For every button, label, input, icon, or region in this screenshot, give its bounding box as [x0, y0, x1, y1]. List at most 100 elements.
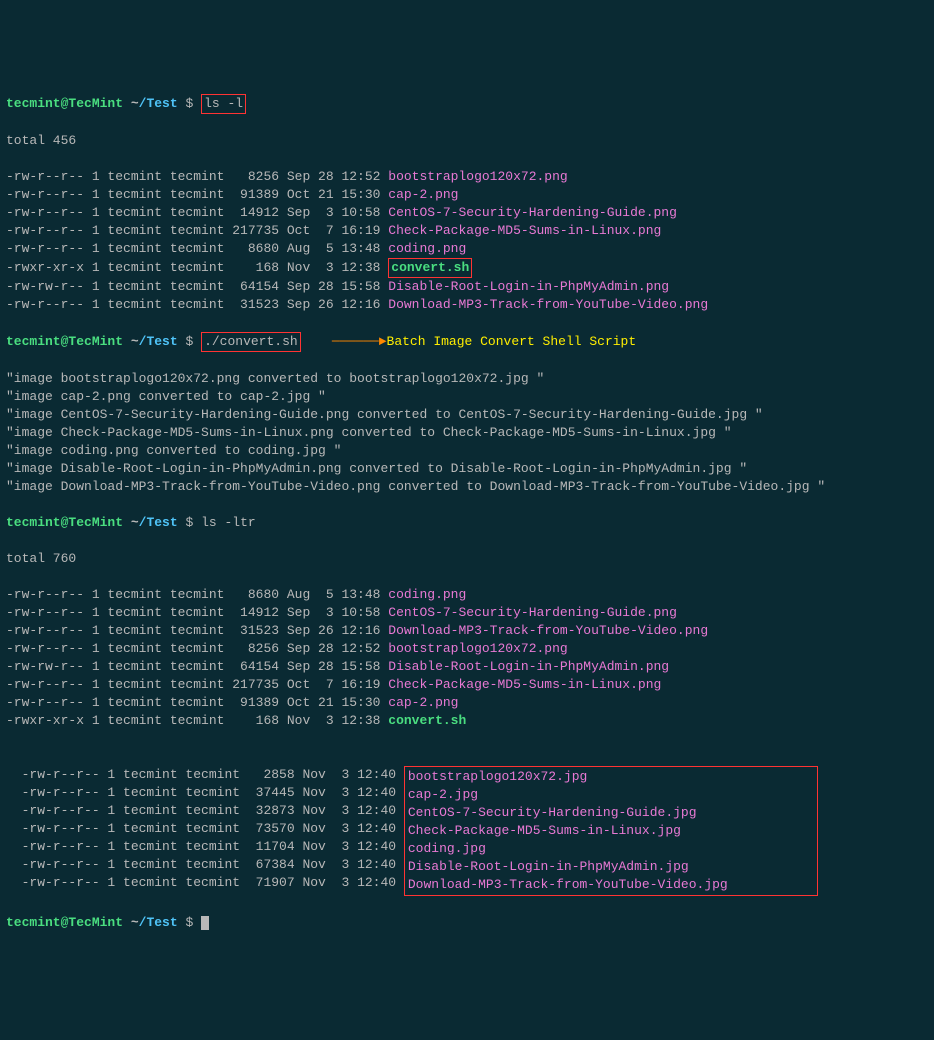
file-perms: -rw-r--r-- 1 tecmint tecmint 73570 Nov 3…	[22, 820, 404, 838]
command-text: ls -l	[204, 96, 243, 111]
file-name: Download-MP3-Track-from-YouTube-Video.jp…	[408, 876, 814, 894]
file-name: CentOS-7-Security-Hardening-Guide.png	[388, 205, 677, 220]
terminal-output: tecmint@TecMint ~/Test $ ls -l total 456…	[6, 76, 928, 950]
highlight-box-cmd1: ls -l	[201, 94, 246, 114]
prompt-user: tecmint	[6, 515, 61, 530]
prompt-tilde: ~	[123, 515, 139, 530]
file-row: -rw-r--r-- 1 tecmint tecmint 8680 Aug 5 …	[6, 240, 928, 258]
listing-names-col-boxed: bootstraplogo120x72.jpg cap-2.jpg CentOS…	[404, 766, 818, 896]
file-name: bootstraplogo120x72.png	[388, 169, 567, 184]
prompt-host: TecMint	[68, 96, 123, 111]
prompt-at: @	[61, 915, 69, 930]
listing-perms-col: -rw-r--r-- 1 tecmint tecmint 2858 Nov 3 …	[22, 766, 404, 892]
file-name: coding.jpg	[408, 840, 814, 858]
file-row: -rwxr-xr-x 1 tecmint tecmint 168 Nov 3 1…	[6, 712, 928, 730]
command-text: ls -ltr	[201, 515, 256, 530]
file-name: coding.png	[388, 587, 466, 602]
prompt-dollar: $	[178, 915, 201, 930]
file-name: bootstraplogo120x72.png	[388, 641, 567, 656]
file-perms: -rw-r--r-- 1 tecmint tecmint 2858 Nov 3 …	[22, 766, 404, 784]
prompt-user: tecmint	[6, 96, 61, 111]
prompt-tilde: ~	[123, 96, 139, 111]
prompt-host: TecMint	[68, 334, 123, 349]
file-listing-2a: -rw-r--r-- 1 tecmint tecmint 8680 Aug 5 …	[6, 586, 928, 730]
file-row: -rw-r--r-- 1 tecmint tecmint 31523 Sep 2…	[6, 622, 928, 640]
annotation-arrow-icon: ──────►	[332, 334, 387, 349]
file-name: cap-2.jpg	[408, 786, 814, 804]
file-listing-1: -rw-r--r-- 1 tecmint tecmint 8256 Sep 28…	[6, 168, 928, 314]
file-row: -rw-r--r-- 1 tecmint tecmint 8256 Sep 28…	[6, 168, 928, 186]
highlight-box-new-files: -rw-r--r-- 1 tecmint tecmint 2858 Nov 3 …	[6, 748, 928, 896]
total-line: total 760	[6, 550, 928, 568]
prompt-line-1[interactable]: tecmint@TecMint ~/Test $ ls -l	[6, 94, 928, 114]
file-perms: -rw-r--r-- 1 tecmint tecmint 217735 Oct …	[6, 223, 388, 238]
file-row: -rw-r--r-- 1 tecmint tecmint 8680 Aug 5 …	[6, 586, 928, 604]
file-row: -rw-rw-r-- 1 tecmint tecmint 64154 Sep 2…	[6, 658, 928, 676]
annotation-text: Batch Image Convert Shell Script	[387, 334, 637, 349]
script-output-line: "image coding.png converted to coding.jp…	[6, 442, 928, 460]
script-output-line: "image cap-2.png converted to cap-2.jpg …	[6, 388, 928, 406]
highlight-box-cmd2: ./convert.sh	[201, 332, 301, 352]
prompt-dollar: $	[178, 334, 201, 349]
file-row: -rw-r--r-- 1 tecmint tecmint 8256 Sep 28…	[6, 640, 928, 658]
file-name: Check-Package-MD5-Sums-in-Linux.png	[388, 677, 661, 692]
file-perms: -rw-r--r-- 1 tecmint tecmint 31523 Sep 2…	[6, 297, 388, 312]
prompt-line-4[interactable]: tecmint@TecMint ~/Test $	[6, 914, 928, 932]
file-row: -rw-rw-r-- 1 tecmint tecmint 64154 Sep 2…	[6, 278, 928, 296]
total-line: total 456	[6, 132, 928, 150]
file-perms: -rw-r--r-- 1 tecmint tecmint 217735 Oct …	[6, 677, 388, 692]
prompt-user: tecmint	[6, 915, 61, 930]
prompt-path: /Test	[139, 515, 178, 530]
file-perms: -rwxr-xr-x 1 tecmint tecmint 168 Nov 3 1…	[6, 713, 388, 728]
file-name: Download-MP3-Track-from-YouTube-Video.pn…	[388, 297, 708, 312]
prompt-tilde: ~	[123, 915, 139, 930]
prompt-line-2[interactable]: tecmint@TecMint ~/Test $ ./convert.sh ──…	[6, 332, 928, 352]
file-name: coding.png	[388, 241, 466, 256]
file-name: CentOS-7-Security-Hardening-Guide.png	[388, 605, 677, 620]
script-output-block: "image bootstraplogo120x72.png converted…	[6, 370, 928, 496]
file-perms: -rw-r--r-- 1 tecmint tecmint 71907 Nov 3…	[22, 874, 404, 892]
script-output-line: "image Check-Package-MD5-Sums-in-Linux.p…	[6, 424, 928, 442]
script-output-line: "image Disable-Root-Login-in-PhpMyAdmin.…	[6, 460, 928, 478]
file-perms: -rw-r--r-- 1 tecmint tecmint 14912 Sep 3…	[6, 605, 388, 620]
prompt-host: TecMint	[68, 515, 123, 530]
file-row: -rw-r--r-- 1 tecmint tecmint 91389 Oct 2…	[6, 694, 928, 712]
file-row: -rw-r--r-- 1 tecmint tecmint 217735 Oct …	[6, 222, 928, 240]
file-perms: -rw-r--r-- 1 tecmint tecmint 8256 Sep 28…	[6, 641, 388, 656]
prompt-path: /Test	[139, 915, 178, 930]
file-perms: -rw-r--r-- 1 tecmint tecmint 11704 Nov 3…	[22, 838, 404, 856]
file-perms: -rw-r--r-- 1 tecmint tecmint 37445 Nov 3…	[22, 784, 404, 802]
command-text: ./convert.sh	[204, 334, 298, 349]
file-name: convert.sh	[388, 713, 466, 728]
file-perms: -rw-r--r-- 1 tecmint tecmint 67384 Nov 3…	[22, 856, 404, 874]
file-row: -rw-r--r-- 1 tecmint tecmint 91389 Oct 2…	[6, 186, 928, 204]
file-row: -rw-r--r-- 1 tecmint tecmint 14912 Sep 3…	[6, 604, 928, 622]
file-name: Check-Package-MD5-Sums-in-Linux.png	[388, 223, 661, 238]
prompt-line-3[interactable]: tecmint@TecMint ~/Test $ ls -ltr	[6, 514, 928, 532]
file-perms: -rw-r--r-- 1 tecmint tecmint 32873 Nov 3…	[22, 802, 404, 820]
file-row: -rwxr-xr-x 1 tecmint tecmint 168 Nov 3 1…	[6, 258, 928, 278]
script-output-line: "image Download-MP3-Track-from-YouTube-V…	[6, 478, 928, 496]
terminal-cursor	[201, 916, 209, 930]
file-perms: -rwxr-xr-x 1 tecmint tecmint 168 Nov 3 1…	[6, 260, 388, 275]
file-name: Disable-Root-Login-in-PhpMyAdmin.png	[388, 659, 669, 674]
file-perms: -rw-r--r-- 1 tecmint tecmint 8680 Aug 5 …	[6, 241, 388, 256]
file-name: bootstraplogo120x72.jpg	[408, 768, 814, 786]
file-name: CentOS-7-Security-Hardening-Guide.jpg	[408, 804, 814, 822]
file-perms: -rw-r--r-- 1 tecmint tecmint 14912 Sep 3…	[6, 205, 388, 220]
prompt-dollar: $	[178, 96, 201, 111]
file-name: cap-2.png	[388, 695, 458, 710]
file-row: -rw-r--r-- 1 tecmint tecmint 217735 Oct …	[6, 676, 928, 694]
file-perms: -rw-r--r-- 1 tecmint tecmint 8256 Sep 28…	[6, 169, 388, 184]
file-perms: -rw-r--r-- 1 tecmint tecmint 8680 Aug 5 …	[6, 587, 388, 602]
file-name: Download-MP3-Track-from-YouTube-Video.pn…	[388, 623, 708, 638]
file-perms: -rw-r--r-- 1 tecmint tecmint 91389 Oct 2…	[6, 695, 388, 710]
script-output-line: "image CentOS-7-Security-Hardening-Guide…	[6, 406, 928, 424]
file-row: -rw-r--r-- 1 tecmint tecmint 31523 Sep 2…	[6, 296, 928, 314]
script-output-line: "image bootstraplogo120x72.png converted…	[6, 370, 928, 388]
file-perms: -rw-rw-r-- 1 tecmint tecmint 64154 Sep 2…	[6, 279, 388, 294]
prompt-path: /Test	[139, 334, 178, 349]
prompt-dollar: $	[178, 515, 201, 530]
file-name: convert.sh	[391, 260, 469, 275]
file-name: Disable-Root-Login-in-PhpMyAdmin.jpg	[408, 858, 814, 876]
